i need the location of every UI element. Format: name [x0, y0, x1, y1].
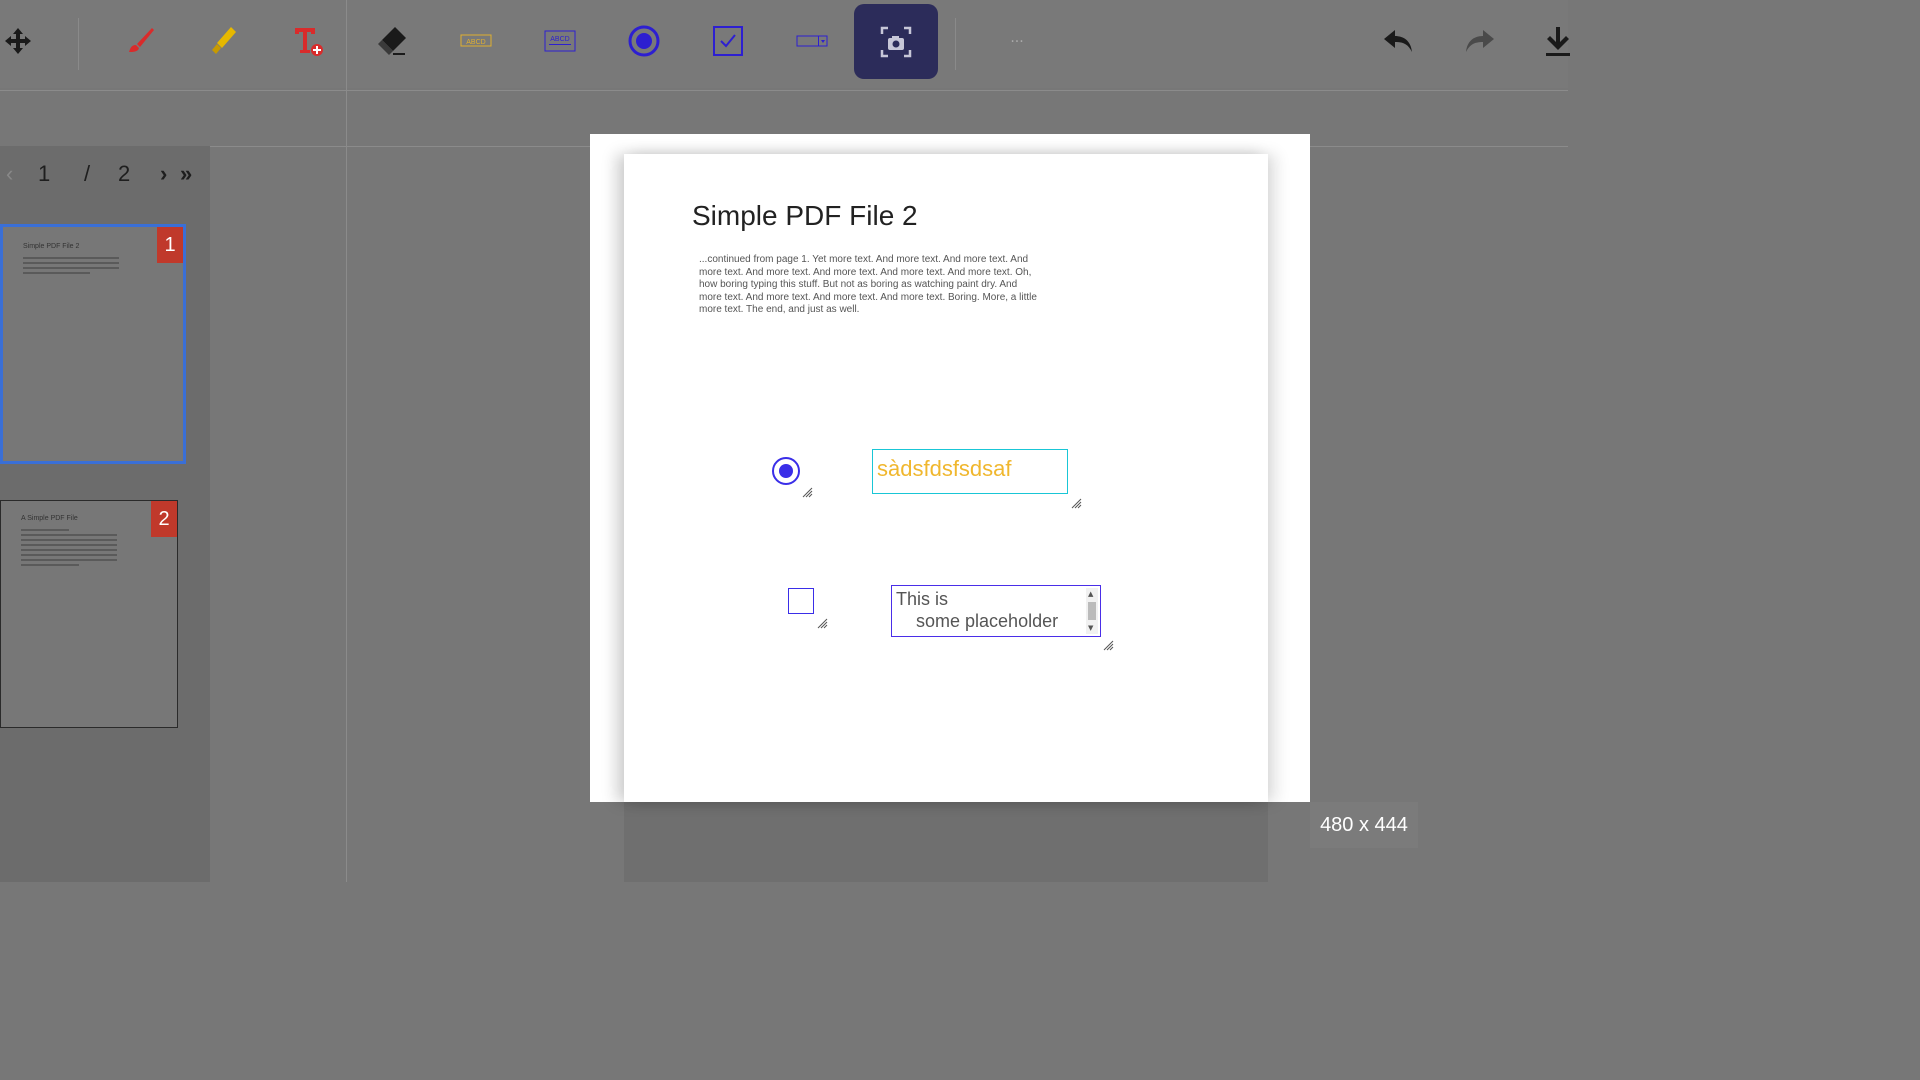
- thumbnail-title: A Simple PDF File: [21, 515, 78, 522]
- more-button[interactable]: ...: [1000, 30, 1034, 46]
- download-button[interactable]: [1530, 16, 1586, 66]
- eraser-tool-button[interactable]: [364, 16, 420, 66]
- page-thumbnail-1[interactable]: 1 Simple PDF File 2: [0, 224, 186, 464]
- thumbnail-title: Simple PDF File 2: [23, 243, 80, 250]
- toolbar-divider: [78, 18, 79, 70]
- page-overflow: [624, 802, 1268, 882]
- eraser-icon: [378, 27, 406, 55]
- resize-handle-icon[interactable]: [816, 617, 828, 629]
- undo-button[interactable]: [1370, 16, 1426, 66]
- page-thumbnail-2[interactable]: 2 A Simple PDF File: [0, 500, 178, 728]
- highlighter-icon: [212, 27, 236, 54]
- brush-icon: [129, 28, 154, 52]
- svg-text:ABCD: ABCD: [466, 39, 485, 46]
- dropdown-field-icon: [796, 35, 828, 47]
- dropdown-tool-button[interactable]: [784, 16, 840, 66]
- radio-dot: [779, 464, 793, 478]
- redo-button[interactable]: [1452, 16, 1508, 66]
- page-badge: 1: [157, 227, 183, 263]
- prev-page-button[interactable]: ‹: [6, 161, 13, 187]
- resize-handle-icon[interactable]: [1102, 639, 1114, 651]
- text-add-icon: [295, 28, 323, 56]
- total-pages: 2: [118, 161, 131, 186]
- text-field-icon: ABCD: [460, 34, 492, 47]
- move-icon: [5, 28, 31, 54]
- current-page[interactable]: 1: [38, 161, 50, 187]
- resize-handle-icon[interactable]: [1070, 497, 1082, 509]
- toolbar: ABCD ABCD ...: [0, 0, 1570, 882]
- checkbox-icon: [713, 26, 743, 56]
- textarea-icon: ABCD: [544, 30, 576, 52]
- toolbar-divider: [955, 18, 956, 70]
- textarea-value: This is some placeholder text: [896, 589, 1059, 636]
- scroll-thumb[interactable]: [1088, 602, 1096, 620]
- pdf-title: Simple PDF File 2: [692, 200, 918, 231]
- screenshot-tool-button[interactable]: [854, 4, 938, 79]
- svg-text:ABCD: ABCD: [550, 36, 569, 43]
- next-page-button[interactable]: ›: [160, 161, 167, 187]
- scroll-up-arrow-icon[interactable]: ▲: [1088, 590, 1093, 598]
- thumbnail-text-lines: [21, 529, 117, 569]
- highlighter-tool-button[interactable]: [194, 16, 250, 66]
- thumbnail-text-lines: [23, 257, 119, 277]
- resize-handle-icon[interactable]: [801, 486, 813, 498]
- undo-icon: [1384, 30, 1412, 52]
- radio-icon: [628, 25, 660, 57]
- textarea-tool-button[interactable]: ABCD: [532, 16, 588, 66]
- download-icon: [1546, 27, 1570, 56]
- redo-icon: [1466, 30, 1494, 52]
- page-badge: 2: [151, 501, 177, 537]
- scroll-down-arrow-icon[interactable]: ▼: [1088, 624, 1093, 632]
- page-navigator: ‹ 1 / 2 › »: [0, 155, 210, 195]
- screenshot-icon: [880, 26, 912, 57]
- radio-field[interactable]: [772, 457, 800, 485]
- checkbox-field[interactable]: [788, 588, 814, 614]
- pdf-body-text: ...continued from page 1. Yet more text.…: [699, 254, 1037, 315]
- page-separator: /: [84, 161, 91, 186]
- checkbox-tool-button[interactable]: [700, 16, 756, 66]
- radio-tool-button[interactable]: [616, 16, 672, 66]
- last-page-button[interactable]: »: [180, 161, 192, 187]
- add-text-tool-button[interactable]: [280, 16, 336, 66]
- panel-divider: [346, 0, 347, 882]
- selection-size-badge: 480 x 444: [1310, 802, 1418, 848]
- textarea-scrollbar[interactable]: ▲ ▼: [1086, 588, 1098, 634]
- textarea-field[interactable]: This is some placeholder text ▲ ▼: [891, 585, 1101, 637]
- toolbar-separator: [0, 90, 1568, 91]
- text-field-tool-button[interactable]: ABCD: [448, 16, 504, 66]
- move-tool-button[interactable]: [0, 16, 46, 66]
- brush-tool-button[interactable]: [112, 16, 168, 66]
- text-input-field[interactable]: sàdsfdsfsdsaf: [872, 449, 1068, 494]
